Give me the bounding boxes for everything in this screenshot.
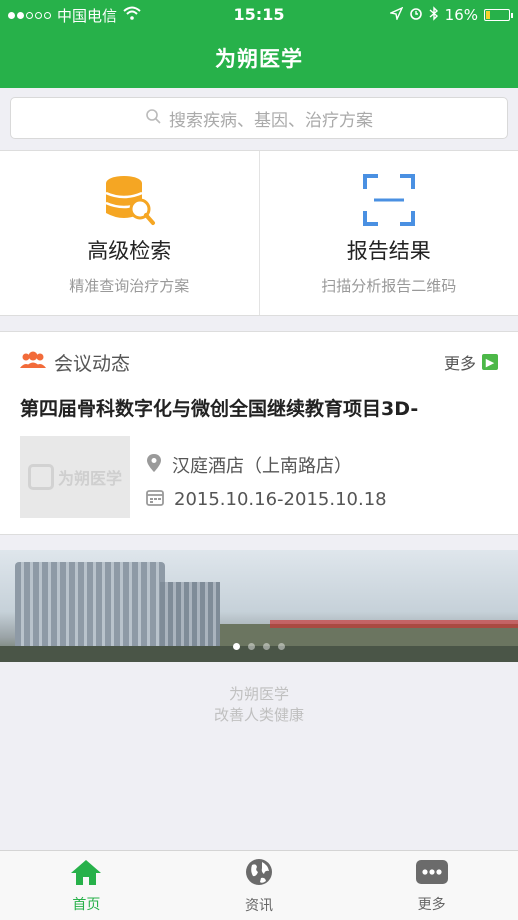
advanced-search-button[interactable]: 高级检索 精准查询治疗方案 (0, 151, 259, 315)
qr-scan-icon (362, 173, 416, 227)
database-search-icon (102, 173, 156, 227)
location-arrow-icon (388, 6, 404, 24)
wifi-icon (123, 6, 141, 24)
footer-note: 为朔医学 改善人类健康 (0, 684, 518, 726)
carousel-dot[interactable] (248, 643, 255, 650)
meeting-item-title[interactable]: 第四届骨科数字化与微创全国继续教育项目3D- (20, 392, 498, 426)
dates-text: 2015.10.16-2015.10.18 (174, 488, 387, 510)
meeting-more-link[interactable]: 更多 ▶ (444, 350, 498, 374)
meeting-section: 会议动态 更多 ▶ 第四届骨科数字化与微创全国继续教育项目3D- 为朔医学 汉庭… (0, 331, 518, 535)
meeting-location: 汉庭酒店（上南路店） (146, 448, 387, 482)
meeting-item[interactable]: 为朔医学 汉庭酒店（上南路店） 2015.10.16-2015.10.18 (20, 436, 498, 518)
status-bar: 中国电信 15:15 16% (0, 0, 518, 30)
report-results-subtitle: 扫描分析报告二维码 (321, 277, 457, 295)
tab-bar: 首页 资讯 更多 (0, 850, 518, 920)
meeting-dates: 2015.10.16-2015.10.18 (146, 482, 387, 516)
hospital-building-image (15, 562, 165, 652)
home-icon (69, 858, 103, 890)
calendar-icon (146, 488, 164, 511)
feature-grid: 高级检索 精准查询治疗方案 报告结果 扫描分析报告二维码 (0, 150, 518, 316)
carrier-label: 中国电信 (57, 6, 118, 25)
meeting-section-title: 会议动态 (54, 352, 131, 375)
advanced-search-subtitle: 精准查询治疗方案 (69, 277, 190, 295)
footer-slogan: 改善人类健康 (213, 706, 304, 724)
search-placeholder: 搜索疾病、基因、治疗方案 (169, 110, 373, 131)
logo-icon (27, 464, 54, 490)
report-results-label: 报告结果 (346, 239, 431, 263)
search-input[interactable]: 搜索疾病、基因、治疗方案 (10, 97, 508, 139)
advanced-search-label: 高级检索 (87, 239, 172, 263)
battery-icon (484, 9, 513, 21)
carousel-dot[interactable] (233, 643, 240, 650)
alarm-icon (409, 6, 423, 24)
chevron-right-icon: ▶ (482, 354, 498, 370)
page-title: 为朔医学 (215, 47, 303, 71)
hospital-banner[interactable] (0, 550, 518, 662)
carousel-dot[interactable] (278, 643, 285, 650)
battery-percent: 16% (444, 6, 478, 24)
carousel-dot[interactable] (263, 643, 270, 650)
hospital-wing-image (160, 582, 220, 652)
signal-icon (8, 11, 51, 19)
bluetooth-icon (429, 5, 439, 25)
report-results-button[interactable]: 报告结果 扫描分析报告二维码 (258, 151, 518, 315)
tab-news[interactable]: 资讯 (173, 851, 346, 920)
carousel-indicator[interactable] (0, 643, 518, 650)
location-text: 汉庭酒店（上南路店） (172, 456, 352, 477)
globe-icon (244, 857, 274, 891)
meeting-thumbnail: 为朔医学 (20, 436, 130, 518)
tab-news-label: 资讯 (245, 897, 273, 914)
more-label: 更多 (443, 354, 476, 373)
search-icon (145, 108, 161, 129)
tab-more[interactable]: 更多 (345, 851, 518, 920)
header: 中国电信 15:15 16% 为朔医学 (0, 0, 518, 88)
tab-more-label: 更多 (417, 896, 446, 913)
tab-home[interactable]: 首页 (0, 851, 173, 920)
meeting-header: 会议动态 更多 ▶ (20, 332, 498, 392)
thumbnail-text: 为朔医学 (57, 469, 122, 488)
more-icon (415, 858, 449, 890)
people-icon (20, 351, 46, 374)
footer-brand: 为朔医学 (228, 685, 289, 703)
map-pin-icon (146, 453, 162, 478)
tab-home-label: 首页 (72, 896, 101, 913)
search-bar: 搜索疾病、基因、治疗方案 (0, 88, 518, 150)
